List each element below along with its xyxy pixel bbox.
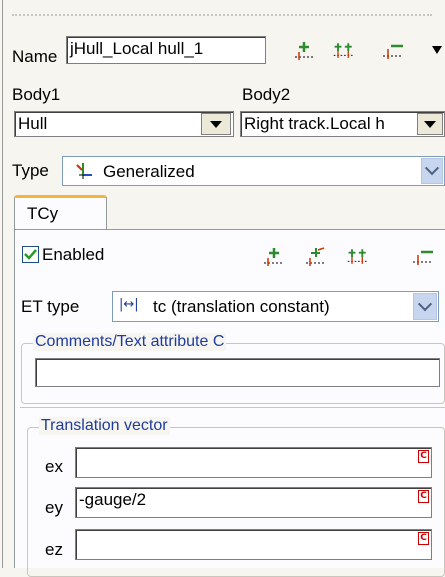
- body1-dropdown-button[interactable]: [201, 113, 231, 135]
- translation-legend: Translation vector: [39, 417, 170, 435]
- type-label: Type: [12, 161, 49, 180]
- formula-c-icon[interactable]: C: [418, 532, 429, 545]
- check-icon: [24, 249, 37, 260]
- generalized-joint-icon: [76, 163, 92, 179]
- more-arrow-icon[interactable]: [432, 46, 442, 54]
- et-type-dropdown-button[interactable]: [413, 293, 437, 320]
- formula-c-icon[interactable]: C: [418, 490, 429, 503]
- chevron-down-icon: [210, 120, 222, 128]
- chevron-down-icon: [424, 120, 436, 128]
- add-marker-icon[interactable]: [293, 40, 317, 62]
- enabled-checkbox[interactable]: [22, 246, 39, 263]
- panel-left-border: [2, 0, 3, 568]
- ey-value: -gauge/2: [79, 490, 147, 509]
- body2-value: Right track.Local h: [244, 114, 385, 133]
- body2-label: Body2: [242, 85, 291, 104]
- chevron-down-icon: [417, 296, 433, 311]
- ez-field[interactable]: C: [75, 529, 432, 560]
- comments-legend: Comments/Text attribute C: [33, 333, 227, 351]
- comments-input[interactable]: [35, 358, 440, 387]
- remove-marker-icon[interactable]: [411, 246, 435, 268]
- add-marker-icon[interactable]: [262, 246, 286, 268]
- ex-field[interactable]: C: [75, 447, 432, 478]
- name-field[interactable]: jHull_Local hull_1: [66, 36, 266, 64]
- ex-label: ex: [45, 457, 63, 476]
- body1-value: Hull: [18, 114, 48, 133]
- body1-label: Body1: [12, 85, 61, 104]
- tab-tcy-label: TCy: [27, 204, 59, 223]
- et-type-label: ET type: [21, 297, 80, 316]
- ez-label: ez: [45, 540, 63, 559]
- edit-marker-icon[interactable]: [304, 246, 328, 268]
- add-two-markers-icon[interactable]: [332, 40, 356, 62]
- remove-marker-icon[interactable]: [381, 40, 405, 62]
- dotted-separator: [12, 14, 432, 16]
- add-two-markers-icon[interactable]: [346, 246, 370, 268]
- translation-constant-icon: |↔|: [119, 297, 139, 312]
- group-separator: [20, 407, 445, 408]
- name-label: Name: [12, 47, 58, 66]
- tab-tcy[interactable]: TCy: [14, 195, 107, 230]
- type-dropdown-button[interactable]: [421, 158, 443, 184]
- type-value: Generalized: [103, 162, 195, 181]
- ey-field[interactable]: -gauge/2 C: [75, 487, 432, 518]
- ey-label: ey: [45, 498, 63, 517]
- body2-dropdown-button[interactable]: [417, 113, 443, 135]
- type-combo[interactable]: Generalized: [62, 156, 445, 186]
- chevron-down-icon: [424, 161, 440, 176]
- et-type-value: tc (translation constant): [153, 297, 330, 316]
- et-type-combo[interactable]: |↔| tc (translation constant): [112, 291, 439, 322]
- enabled-label: Enabled: [42, 245, 105, 264]
- formula-c-icon[interactable]: C: [418, 450, 429, 463]
- body2-combo[interactable]: Right track.Local h: [240, 111, 445, 137]
